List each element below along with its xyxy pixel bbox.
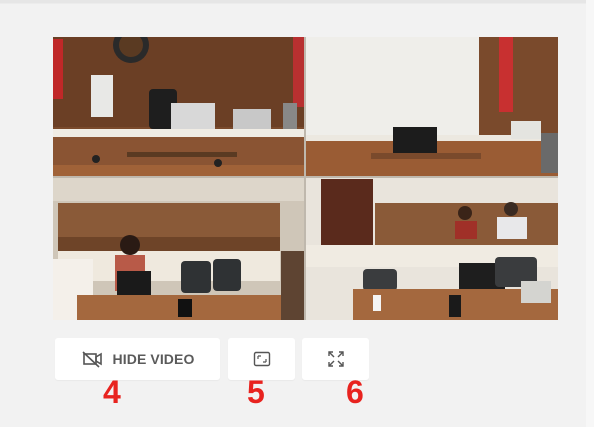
courtroom-video-feed — [53, 37, 558, 320]
callout-4: 4 — [103, 374, 121, 410]
callout-6: 6 — [346, 374, 364, 410]
top-divider — [0, 0, 594, 4]
video-off-icon — [81, 350, 103, 368]
expand-icon — [327, 350, 345, 368]
fit-screen-icon — [253, 351, 271, 367]
hide-video-label: HIDE VIDEO — [112, 351, 195, 367]
hide-video-button[interactable]: HIDE VIDEO — [55, 338, 220, 380]
callout-5: 5 — [247, 374, 265, 410]
video-player[interactable] — [53, 37, 558, 320]
right-scroll-edge — [586, 0, 594, 427]
